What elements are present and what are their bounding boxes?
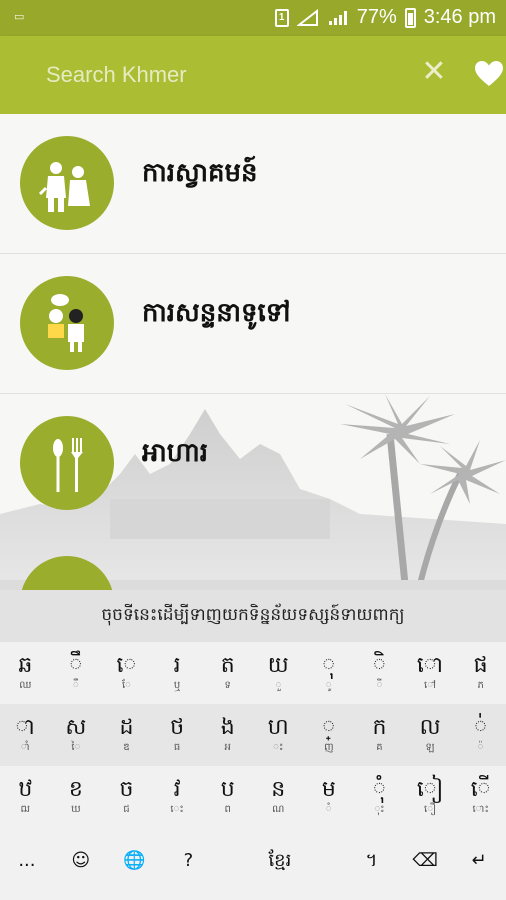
key[interactable]: តទ (202, 642, 253, 704)
clock: 3:46 pm (423, 6, 496, 28)
key[interactable]: រឬ (152, 642, 203, 704)
key[interactable]: ងអ (202, 704, 253, 766)
sim-icon: 1 (274, 8, 289, 27)
status-bar: ▭ 1 77% 3:46 pm (0, 0, 506, 36)
key[interactable]: ៀឿ (405, 766, 456, 828)
list-item-label: អាហារ (142, 438, 209, 468)
key[interactable]: មំ (304, 766, 355, 828)
keyboard-row-1: ឆឈ ឹឺ េែ រឬ តទ យួ ុូ ិី ោៅ ផភ (0, 642, 506, 704)
key[interactable]: ឋឍ (0, 766, 51, 828)
keyboard-notification-icon: ▭ (14, 10, 25, 23)
key[interactable]: ដឌ (101, 704, 152, 766)
heart-icon[interactable] (474, 60, 504, 88)
key[interactable]: នណ (253, 766, 304, 828)
backspace-icon[interactable]: ⌫ (398, 848, 452, 874)
khmer-period-key[interactable]: ។ (345, 848, 399, 874)
list-item[interactable]: អាហារ (0, 394, 506, 534)
greeting-people-icon (38, 162, 90, 212)
signal-icon-2 (328, 10, 347, 25)
keyboard-row-2: ាាំ សៃ ដឌ ថធ ងអ ហះ ្ញ កគ លឡ ់៉ (0, 704, 506, 766)
key[interactable]: ហះ (253, 704, 304, 766)
key[interactable]: ចជ (101, 766, 152, 828)
search-bar: ✕ (0, 36, 506, 114)
key[interactable]: េែ (101, 642, 152, 704)
key[interactable]: ោៅ (405, 642, 456, 704)
key[interactable]: ផភ (455, 642, 506, 704)
keyboard-row-3: ឋឍ ខឃ ចជ វេះ បព នណ មំ ុំុះ ៀឿ ើោះ (0, 766, 506, 828)
globe-icon[interactable]: 🌐 (108, 848, 162, 874)
category-icon-circle (20, 276, 114, 370)
key[interactable]: ខឃ (51, 766, 102, 828)
more-key[interactable]: ... (0, 848, 54, 874)
list-item[interactable]: ការស្វាគមន៍ (0, 114, 506, 254)
key[interactable]: សៃ (51, 704, 102, 766)
emoji-icon[interactable]: ☺ (54, 848, 108, 874)
key[interactable]: លឡ (405, 704, 456, 766)
signal-icon (296, 8, 318, 26)
key[interactable]: ុំុះ (354, 766, 405, 828)
question-key[interactable]: ? (161, 848, 215, 874)
key[interactable]: ិី (354, 642, 405, 704)
battery-icon (404, 7, 416, 28)
key[interactable]: វេះ (152, 766, 203, 828)
key[interactable]: ើោះ (455, 766, 506, 828)
key[interactable]: យួ (253, 642, 304, 704)
keyboard-bottom-row: ... ☺ 🌐 ? ខ្មែរ ។ ⌫ ↵ (0, 830, 506, 892)
category-icon-circle (20, 556, 114, 590)
space-bar-khmer[interactable]: ខ្មែរ (215, 848, 344, 874)
conversation-people-icon (48, 294, 84, 352)
prediction-download-banner[interactable]: ចុចទីនេះដើម្បីទាញយកទិន្នន័យទស្សន៍ទាយពាក្… (0, 590, 506, 642)
key[interactable]: ្ញ (304, 704, 355, 766)
key[interactable]: កគ (354, 704, 405, 766)
list-item[interactable]: ការសន្ទនាទូទៅ (0, 254, 506, 394)
list-item[interactable] (0, 534, 506, 590)
enter-icon[interactable]: ↵ (452, 848, 506, 874)
search-input[interactable] (46, 58, 406, 92)
key[interactable]: ុូ (304, 642, 355, 704)
key[interactable]: ឆឈ (0, 642, 51, 704)
khmer-keyboard: ចុចទីនេះដើម្បីទាញយកទិន្នន័យទស្សន៍ទាយពាក្… (0, 590, 506, 900)
clear-icon[interactable]: ✕ (420, 57, 448, 87)
key[interactable]: ាាំ (0, 704, 51, 766)
key[interactable]: ថធ (152, 704, 203, 766)
battery-percent: 77% (356, 6, 397, 28)
list-item-label: ការសន្ទនាទូទៅ (142, 298, 291, 328)
key[interactable]: ឹឺ (51, 642, 102, 704)
spoon-fork-icon (53, 438, 83, 492)
category-icon-circle (20, 416, 114, 510)
key[interactable]: បព (202, 766, 253, 828)
key[interactable]: ់៉ (455, 704, 506, 766)
category-list: ការស្វាគមន៍ ការសន្ទនាទូទៅ អាហារ (0, 114, 506, 590)
list-item-label: ការស្វាគមន៍ (142, 158, 258, 188)
category-icon-circle (20, 136, 114, 230)
